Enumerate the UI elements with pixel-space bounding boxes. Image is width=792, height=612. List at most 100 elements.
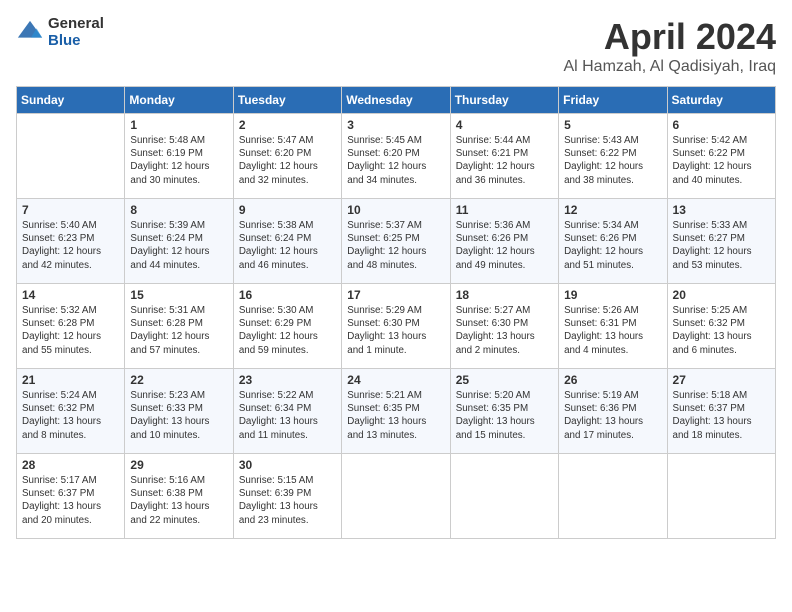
- logo-blue-text: Blue: [48, 33, 104, 50]
- day-number: 1: [130, 118, 227, 132]
- calendar-header: SundayMondayTuesdayWednesdayThursdayFrid…: [17, 87, 776, 114]
- day-number: 6: [673, 118, 770, 132]
- header-day-tuesday: Tuesday: [233, 87, 341, 114]
- day-info: Sunrise: 5:45 AM Sunset: 6:20 PM Dayligh…: [347, 134, 444, 187]
- day-info: Sunrise: 5:36 AM Sunset: 6:26 PM Dayligh…: [456, 219, 553, 272]
- week-row-1: 1 Sunrise: 5:48 AM Sunset: 6:19 PM Daylig…: [17, 114, 776, 199]
- header-day-thursday: Thursday: [450, 87, 558, 114]
- calendar-cell: 25 Sunrise: 5:20 AM Sunset: 6:35 PM Dayli…: [450, 369, 558, 454]
- day-info: Sunrise: 5:34 AM Sunset: 6:26 PM Dayligh…: [564, 219, 661, 272]
- day-number: 28: [22, 458, 119, 472]
- day-info: Sunrise: 5:40 AM Sunset: 6:23 PM Dayligh…: [22, 219, 119, 272]
- calendar-cell: 30Sunrise: 5:15 AM Sunset: 6:39 PM Dayli…: [233, 454, 341, 539]
- week-row-2: 7 Sunrise: 5:40 AM Sunset: 6:23 PM Daylig…: [17, 199, 776, 284]
- month-title: April 2024: [563, 16, 776, 58]
- header-day-wednesday: Wednesday: [342, 87, 450, 114]
- calendar-cell: 2Sunrise: 5:47 AM Sunset: 6:20 PM Daylig…: [233, 114, 341, 199]
- day-info: Sunrise: 5:17 AM Sunset: 6:37 PM Dayligh…: [22, 474, 119, 527]
- day-number: 22: [130, 373, 227, 387]
- calendar-cell: 29 Sunrise: 5:16 AM Sunset: 6:38 PM Dayli…: [125, 454, 233, 539]
- week-row-3: 14 Sunrise: 5:32 AM Sunset: 6:28 PM Dayli…: [17, 284, 776, 369]
- calendar-cell: 8 Sunrise: 5:39 AM Sunset: 6:24 PM Daylig…: [125, 199, 233, 284]
- day-number: 17: [347, 288, 444, 302]
- day-number: 26: [564, 373, 661, 387]
- calendar-cell: [342, 454, 450, 539]
- calendar-cell: 7 Sunrise: 5:40 AM Sunset: 6:23 PM Daylig…: [17, 199, 125, 284]
- calendar-table: SundayMondayTuesdayWednesdayThursdayFrid…: [16, 86, 776, 539]
- calendar-cell: 14 Sunrise: 5:32 AM Sunset: 6:28 PM Dayli…: [17, 284, 125, 369]
- calendar-cell: 11 Sunrise: 5:36 AM Sunset: 6:26 PM Dayli…: [450, 199, 558, 284]
- day-number: 2: [239, 118, 336, 132]
- header-row: SundayMondayTuesdayWednesdayThursdayFrid…: [17, 87, 776, 114]
- calendar-cell: 17 Sunrise: 5:29 AM Sunset: 6:30 PM Dayli…: [342, 284, 450, 369]
- day-number: 18: [456, 288, 553, 302]
- day-info: Sunrise: 5:43 AM Sunset: 6:22 PM Dayligh…: [564, 134, 661, 187]
- calendar-cell: 22Sunrise: 5:23 AM Sunset: 6:33 PM Dayli…: [125, 369, 233, 454]
- day-info: Sunrise: 5:37 AM Sunset: 6:25 PM Dayligh…: [347, 219, 444, 272]
- calendar-cell: 15 Sunrise: 5:31 AM Sunset: 6:28 PM Dayli…: [125, 284, 233, 369]
- day-info: Sunrise: 5:30 AM Sunset: 6:29 PM Dayligh…: [239, 304, 336, 357]
- day-number: 16: [239, 288, 336, 302]
- calendar-cell: 26Sunrise: 5:19 AM Sunset: 6:36 PM Dayli…: [559, 369, 667, 454]
- calendar-body: 1 Sunrise: 5:48 AM Sunset: 6:19 PM Daylig…: [17, 114, 776, 539]
- calendar-cell: 24Sunrise: 5:21 AM Sunset: 6:35 PM Dayli…: [342, 369, 450, 454]
- day-number: 4: [456, 118, 553, 132]
- day-number: 13: [673, 203, 770, 217]
- calendar-cell: 5 Sunrise: 5:43 AM Sunset: 6:22 PM Daylig…: [559, 114, 667, 199]
- day-number: 29: [130, 458, 227, 472]
- calendar-cell: 3 Sunrise: 5:45 AM Sunset: 6:20 PM Daylig…: [342, 114, 450, 199]
- day-number: 25: [456, 373, 553, 387]
- calendar-cell: 12 Sunrise: 5:34 AM Sunset: 6:26 PM Dayli…: [559, 199, 667, 284]
- day-info: Sunrise: 5:20 AM Sunset: 6:35 PM Dayligh…: [456, 389, 553, 442]
- header-day-saturday: Saturday: [667, 87, 775, 114]
- day-info: Sunrise: 5:26 AM Sunset: 6:31 PM Dayligh…: [564, 304, 661, 357]
- day-info: Sunrise: 5:39 AM Sunset: 6:24 PM Dayligh…: [130, 219, 227, 272]
- calendar-cell: 27Sunrise: 5:18 AM Sunset: 6:37 PM Dayli…: [667, 369, 775, 454]
- day-number: 5: [564, 118, 661, 132]
- day-info: Sunrise: 5:29 AM Sunset: 6:30 PM Dayligh…: [347, 304, 444, 357]
- day-info: Sunrise: 5:42 AM Sunset: 6:22 PM Dayligh…: [673, 134, 770, 187]
- calendar-cell: 6 Sunrise: 5:42 AM Sunset: 6:22 PM Daylig…: [667, 114, 775, 199]
- header-day-sunday: Sunday: [17, 87, 125, 114]
- calendar-cell: [450, 454, 558, 539]
- week-row-5: 28 Sunrise: 5:17 AM Sunset: 6:37 PM Dayli…: [17, 454, 776, 539]
- header-day-monday: Monday: [125, 87, 233, 114]
- calendar-cell: 21Sunrise: 5:24 AM Sunset: 6:32 PM Dayli…: [17, 369, 125, 454]
- day-number: 12: [564, 203, 661, 217]
- calendar-cell: [559, 454, 667, 539]
- day-info: Sunrise: 5:25 AM Sunset: 6:32 PM Dayligh…: [673, 304, 770, 357]
- day-number: 9: [239, 203, 336, 217]
- day-info: Sunrise: 5:18 AM Sunset: 6:37 PM Dayligh…: [673, 389, 770, 442]
- day-info: Sunrise: 5:22 AM Sunset: 6:34 PM Dayligh…: [239, 389, 336, 442]
- day-info: Sunrise: 5:24 AM Sunset: 6:32 PM Dayligh…: [22, 389, 119, 442]
- day-number: 8: [130, 203, 227, 217]
- day-number: 11: [456, 203, 553, 217]
- day-number: 19: [564, 288, 661, 302]
- day-info: Sunrise: 5:16 AM Sunset: 6:38 PM Dayligh…: [130, 474, 227, 527]
- calendar-cell: 10 Sunrise: 5:37 AM Sunset: 6:25 PM Dayli…: [342, 199, 450, 284]
- calendar-cell: 19 Sunrise: 5:26 AM Sunset: 6:31 PM Dayli…: [559, 284, 667, 369]
- calendar-cell: 28 Sunrise: 5:17 AM Sunset: 6:37 PM Dayli…: [17, 454, 125, 539]
- day-number: 14: [22, 288, 119, 302]
- day-number: 23: [239, 373, 336, 387]
- calendar-cell: 1 Sunrise: 5:48 AM Sunset: 6:19 PM Daylig…: [125, 114, 233, 199]
- day-info: Sunrise: 5:38 AM Sunset: 6:24 PM Dayligh…: [239, 219, 336, 272]
- title-section: April 2024 Al Hamzah, Al Qadisiyah, Iraq: [563, 16, 776, 76]
- day-info: Sunrise: 5:31 AM Sunset: 6:28 PM Dayligh…: [130, 304, 227, 357]
- calendar-cell: 20 Sunrise: 5:25 AM Sunset: 6:32 PM Dayli…: [667, 284, 775, 369]
- calendar-cell: 4Sunrise: 5:44 AM Sunset: 6:21 PM Daylig…: [450, 114, 558, 199]
- location-title: Al Hamzah, Al Qadisiyah, Iraq: [563, 58, 776, 76]
- logo-general-text: General: [48, 16, 104, 33]
- day-info: Sunrise: 5:33 AM Sunset: 6:27 PM Dayligh…: [673, 219, 770, 272]
- day-number: 10: [347, 203, 444, 217]
- day-info: Sunrise: 5:27 AM Sunset: 6:30 PM Dayligh…: [456, 304, 553, 357]
- day-number: 15: [130, 288, 227, 302]
- day-number: 7: [22, 203, 119, 217]
- calendar-cell: 13 Sunrise: 5:33 AM Sunset: 6:27 PM Dayli…: [667, 199, 775, 284]
- logo: General Blue: [16, 16, 104, 49]
- day-number: 20: [673, 288, 770, 302]
- day-number: 3: [347, 118, 444, 132]
- day-info: Sunrise: 5:32 AM Sunset: 6:28 PM Dayligh…: [22, 304, 119, 357]
- day-info: Sunrise: 5:48 AM Sunset: 6:19 PM Dayligh…: [130, 134, 227, 187]
- calendar-cell: 16 Sunrise: 5:30 AM Sunset: 6:29 PM Dayli…: [233, 284, 341, 369]
